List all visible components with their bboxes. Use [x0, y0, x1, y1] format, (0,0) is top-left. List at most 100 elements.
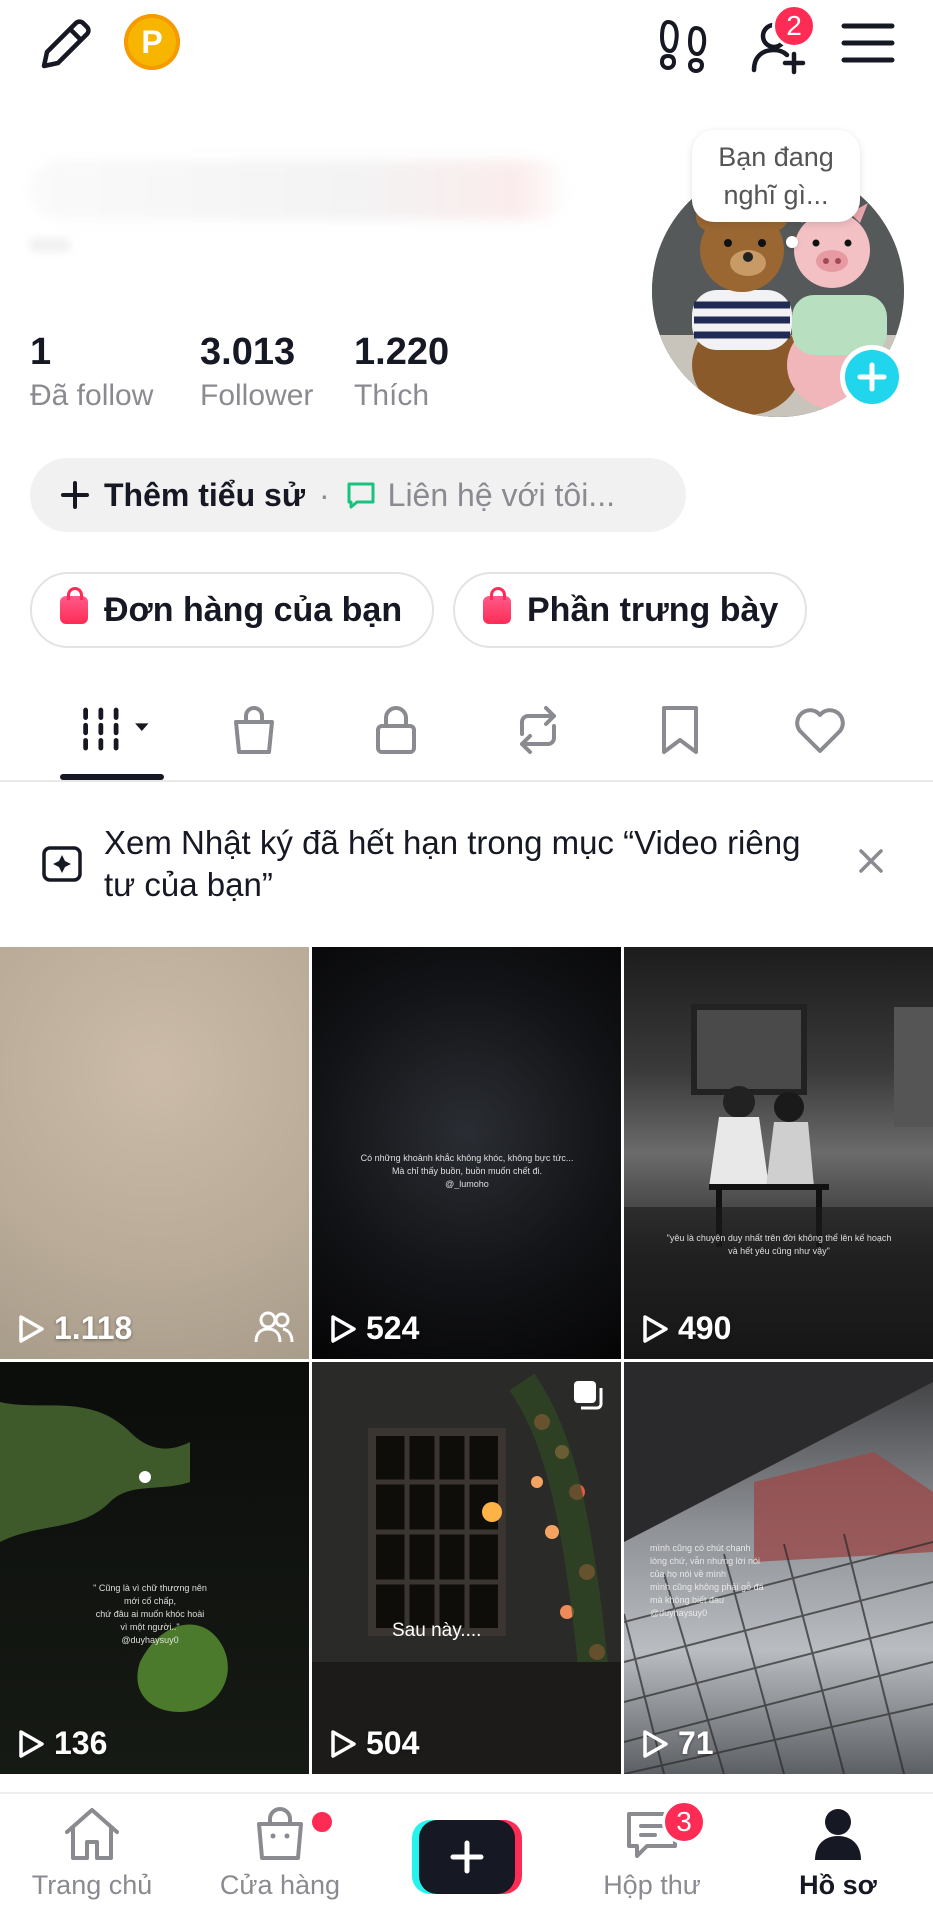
stat-followers[interactable]: 3.013 Follower	[200, 330, 313, 416]
video-thumbnail[interactable]: Có những khoảnh khắc không khóc, không b…	[312, 947, 621, 1359]
night-tree-image	[0, 1402, 228, 1712]
plus-icon	[450, 1840, 484, 1874]
view-count-value: 71	[678, 1725, 714, 1761]
stat-likes[interactable]: 1.220 Thích	[354, 330, 449, 416]
shop-bag-icon	[234, 706, 274, 754]
notification-badge: 2	[772, 4, 816, 48]
active-tab-indicator	[60, 774, 164, 780]
nav-profile[interactable]: Hồ sơ	[748, 1804, 928, 1901]
view-count-value: 136	[54, 1725, 108, 1761]
top-bar: P 2	[0, 0, 933, 90]
play-icon	[19, 1729, 44, 1758]
contact-label: Liên hệ với tôi...	[387, 476, 615, 513]
stat-label: Follower	[200, 379, 314, 412]
profile-tabs	[0, 680, 933, 782]
friends-icon	[253, 1309, 295, 1345]
view-count: 524	[328, 1310, 419, 1347]
create-button[interactable]	[412, 1820, 522, 1894]
menu-icon[interactable]	[840, 18, 896, 68]
stat-label: Đã follow	[30, 379, 154, 412]
home-icon	[65, 1808, 119, 1860]
showcase-button[interactable]: Phần trưng bày	[453, 572, 807, 648]
sparkle-icon	[40, 842, 84, 886]
plus-icon	[61, 481, 89, 509]
pencil-icon[interactable]	[34, 14, 94, 74]
tab-favorites[interactable]	[640, 700, 720, 760]
shop-notification-dot	[310, 1810, 334, 1834]
nav-label: Trang chủ	[31, 1870, 153, 1900]
shopping-bag-icon	[483, 587, 511, 624]
video-thumbnail[interactable]: 1.118	[0, 947, 309, 1359]
thought-bubble-tail	[786, 236, 798, 248]
bio-bar[interactable]: Thêm tiểu sử · Liên hệ với tôi...	[30, 458, 686, 532]
play-icon	[643, 1729, 668, 1758]
play-icon	[643, 1314, 668, 1343]
stat-following[interactable]: 1 Đã follow	[30, 330, 153, 416]
nav-home[interactable]: Trang chủ	[2, 1804, 182, 1901]
thought-bubble[interactable]: Bạn đang nghĩ gì...	[692, 130, 860, 222]
view-count: 504	[328, 1725, 419, 1762]
video-caption: "yêu là chuyện duy nhất trên đời không t…	[666, 1233, 892, 1256]
nav-label: Hộp thư	[603, 1870, 701, 1900]
tab-liked[interactable]	[780, 700, 860, 760]
lock-icon	[376, 706, 416, 754]
bookmark-icon	[662, 706, 698, 754]
close-icon[interactable]	[856, 846, 886, 876]
stat-label: Thích	[354, 379, 430, 412]
orders-label: Đơn hàng của bạn	[104, 590, 403, 629]
repost-icon	[520, 706, 556, 754]
showcase-label: Phần trưng bày	[527, 590, 779, 629]
chat-bubble-icon	[347, 482, 375, 509]
play-icon	[331, 1314, 356, 1343]
bio-separator: ·	[318, 476, 330, 513]
heart-icon	[795, 708, 845, 753]
bottom-navigation: Trang chủ Cửa hàng Hộp thư 3 Hồ sơ	[0, 1792, 933, 1922]
nav-shop[interactable]: Cửa hàng	[190, 1804, 370, 1901]
nav-label: Hồ sơ	[799, 1870, 877, 1900]
view-count-value: 490	[678, 1310, 732, 1346]
tab-private[interactable]	[356, 700, 436, 760]
thought-bubble-text: Bạn đang nghĩ gì...	[718, 142, 834, 210]
view-count: 1.118	[16, 1310, 132, 1347]
tab-reposts[interactable]	[498, 700, 578, 760]
view-count: 136	[16, 1725, 107, 1762]
add-story-button[interactable]	[840, 345, 904, 409]
profile-icon	[815, 1809, 861, 1860]
banner-text: Xem Nhật ký đã hết hạn trong mục “Video …	[104, 824, 801, 903]
view-count: 490	[640, 1310, 731, 1347]
stat-value: 1.220	[354, 331, 450, 373]
nav-label: Cửa hàng	[219, 1870, 341, 1900]
points-label: P	[141, 23, 163, 60]
tab-videos[interactable]	[78, 700, 158, 760]
window-flowers-image	[312, 1362, 621, 1774]
blurred-username	[30, 160, 570, 220]
video-thumbnail[interactable]: " Cũng là vì chữ thương nên mới cố chấp,…	[0, 1362, 309, 1774]
stat-value: 1	[30, 331, 52, 373]
play-icon	[331, 1729, 356, 1758]
add-bio-label: Thêm tiểu sử	[104, 476, 305, 513]
videos-grid-icon	[83, 707, 149, 751]
footprints-icon[interactable]	[654, 14, 714, 74]
video-caption: Sau này....	[392, 1620, 482, 1641]
view-count-value: 524	[366, 1310, 420, 1346]
shopping-bag-icon	[60, 587, 88, 624]
tab-shop[interactable]	[214, 700, 294, 760]
multi-photo-icon	[571, 1378, 605, 1412]
video-caption: mình cũng có chút chạnh lòng chứ, vẫn nh…	[650, 1543, 764, 1618]
points-icon[interactable]: P	[124, 14, 180, 70]
view-count: 71	[640, 1725, 714, 1762]
stat-value: 3.013	[200, 331, 296, 373]
orders-button[interactable]: Đơn hàng của bạn	[30, 572, 434, 648]
view-count-value: 1.118	[54, 1310, 133, 1346]
video-caption: " Cũng là vì chữ thương nên mới cố chấp,…	[93, 1583, 207, 1645]
view-count-value: 504	[366, 1725, 420, 1761]
nav-inbox[interactable]: Hộp thư	[562, 1804, 742, 1901]
cafe-scene-image	[624, 1004, 933, 1359]
play-icon	[19, 1314, 44, 1343]
shop-icon	[257, 1807, 303, 1860]
video-thumbnail[interactable]: mình cũng có chút chạnh lòng chứ, vẫn nh…	[624, 1362, 933, 1774]
blurred-handle	[30, 238, 70, 252]
video-thumbnail[interactable]: "yêu là chuyện duy nhất trên đời không t…	[624, 947, 933, 1359]
video-caption: Có những khoảnh khắc không khóc, không b…	[360, 1153, 574, 1189]
video-thumbnail[interactable]: Sau này.... 504	[312, 1362, 621, 1774]
